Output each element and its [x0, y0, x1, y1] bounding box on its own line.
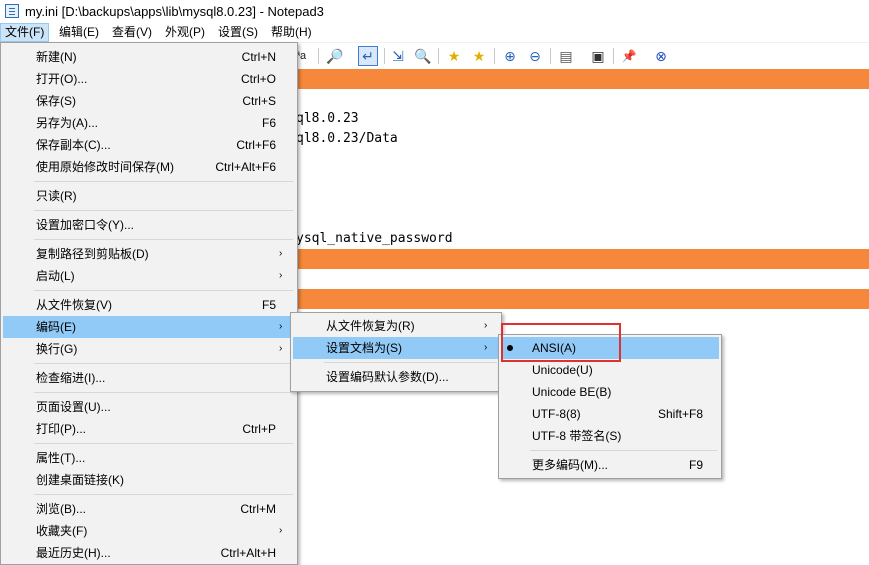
- menu-item-print[interactable]: 打印(P)... Ctrl+P: [3, 418, 295, 440]
- menu-bar: 文件(F) 编辑(E) 查看(V) 外观(P) 设置(S) 帮助(H): [0, 22, 869, 43]
- close-icon[interactable]: ⊗: [652, 47, 670, 65]
- menu-item-utf8[interactable]: UTF-8(8) Shift+F8: [501, 403, 719, 425]
- menu-item-browse[interactable]: 浏览(B)... Ctrl+M: [3, 498, 295, 520]
- toolbar-separator: [494, 48, 495, 64]
- menu-item-launch[interactable]: 启动(L) ›: [3, 265, 295, 287]
- menu-file[interactable]: 文件(F): [0, 23, 50, 42]
- menu-item-unicode-be[interactable]: Unicode BE(B): [501, 381, 719, 403]
- toolbar-separator: [550, 48, 551, 64]
- zoom-in-icon[interactable]: ⊕: [501, 47, 519, 65]
- notepad3-app-icon: [5, 4, 19, 18]
- menu-item-set-document-as[interactable]: 设置文档为(S) ›: [293, 337, 499, 359]
- find-next-icon[interactable]: 🔍: [414, 47, 432, 65]
- menu-separator: [34, 239, 293, 240]
- menu-item-desktop-link[interactable]: 创建桌面链接(K): [3, 469, 295, 491]
- menu-item-save-copy[interactable]: 保存副本(C)... Ctrl+F6: [3, 134, 295, 156]
- menu-settings[interactable]: 设置(S): [214, 24, 262, 41]
- menu-view[interactable]: 查看(V): [108, 24, 156, 41]
- favorites-icon[interactable]: ★: [445, 47, 463, 65]
- menu-separator: [34, 392, 293, 393]
- chevron-right-icon: ›: [279, 270, 283, 281]
- menu-item-properties[interactable]: 属性(T)...: [3, 447, 295, 469]
- menu-item-check-indent[interactable]: 检查缩进(I)...: [3, 367, 295, 389]
- menu-separator: [34, 210, 293, 211]
- menu-item-utf8-bom[interactable]: UTF-8 带签名(S): [501, 425, 719, 447]
- add-favorite-icon[interactable]: ★: [470, 47, 488, 65]
- menu-item-revert[interactable]: 从文件恢复(V) F5: [3, 294, 295, 316]
- menu-item-new[interactable]: 新建(N) Ctrl+N: [3, 46, 295, 68]
- file-menu: 新建(N) Ctrl+N 打开(O)... Ctrl+O 保存(S) Ctrl+S 另…: [0, 42, 298, 565]
- menu-separator: [530, 450, 717, 451]
- menu-separator: [34, 363, 293, 364]
- toolbar-separator: [613, 48, 614, 64]
- menu-item-open[interactable]: 打开(O)... Ctrl+O: [3, 68, 295, 90]
- toolbar-separator: [438, 48, 439, 64]
- chevron-right-icon: ›: [279, 343, 283, 354]
- menu-separator: [34, 181, 293, 182]
- go-to-icon[interactable]: ⇲: [389, 47, 407, 65]
- editor-line: ql8.0.23/Data: [296, 131, 398, 146]
- menu-item-encoding-defaults[interactable]: 设置编码默认参数(D)...: [293, 366, 499, 388]
- toolbar-separator: [318, 48, 319, 64]
- find-icon[interactable]: 🔎: [326, 47, 344, 65]
- chevron-right-icon: ›: [484, 342, 488, 353]
- schemes-icon[interactable]: ▤: [557, 47, 575, 65]
- window-title: my.ini [D:\backups\apps\lib\mysql8.0.23]…: [25, 4, 324, 19]
- menu-item-copy-path[interactable]: 复制路径到剪贴板(D) ›: [3, 243, 295, 265]
- word-wrap-icon[interactable]: ↵: [358, 46, 378, 66]
- menu-item-encoding[interactable]: 编码(E) ›: [3, 316, 295, 338]
- editor-line: ql8.0.23: [296, 111, 359, 126]
- menu-separator: [34, 494, 293, 495]
- menu-item-unicode[interactable]: Unicode(U): [501, 359, 719, 381]
- menu-item-page-setup[interactable]: 页面设置(U)...: [3, 396, 295, 418]
- menu-item-read-only[interactable]: 只读(R): [3, 185, 295, 207]
- menu-help[interactable]: 帮助(H): [267, 24, 316, 41]
- menu-item-recent-history[interactable]: 最近历史(H)... Ctrl+Alt+H: [3, 542, 295, 564]
- menu-item-save-original-time[interactable]: 使用原始修改时间保存(M) Ctrl+Alt+F6: [3, 156, 295, 178]
- menu-item-line-endings[interactable]: 换行(G) ›: [3, 338, 295, 360]
- menu-separator: [34, 290, 293, 291]
- zoom-out-icon[interactable]: ⊖: [526, 47, 544, 65]
- menu-edit[interactable]: 编辑(E): [55, 24, 103, 41]
- encoding-submenu: 从文件恢复为(R) › 设置文档为(S) › 设置编码默认参数(D)...: [290, 312, 502, 392]
- menu-item-save-as[interactable]: 另存为(A)... F6: [3, 112, 295, 134]
- menu-separator: [324, 362, 497, 363]
- annotation-highlight-box: [501, 323, 621, 362]
- menu-item-revert-as[interactable]: 从文件恢复为(R) ›: [293, 315, 499, 337]
- menu-item-more-encodings[interactable]: 更多编码(M)... F9: [501, 454, 719, 476]
- menu-item-set-password[interactable]: 设置加密口令(Y)...: [3, 214, 295, 236]
- chevron-right-icon: ›: [279, 248, 283, 259]
- customize-schemes-icon[interactable]: ▣: [589, 47, 607, 65]
- chevron-right-icon: ›: [484, 320, 488, 331]
- chevron-right-icon: ›: [279, 525, 283, 536]
- title-bar: my.ini [D:\backups\apps\lib\mysql8.0.23]…: [0, 0, 869, 22]
- menu-item-favorites[interactable]: 收藏夹(F) ›: [3, 520, 295, 542]
- editor-line: ysql_native_password: [296, 231, 453, 246]
- menu-appearance[interactable]: 外观(P): [161, 24, 209, 41]
- pin-icon[interactable]: 📌: [620, 47, 638, 65]
- toolbar-separator: [384, 48, 385, 64]
- menu-separator: [34, 443, 293, 444]
- menu-item-save[interactable]: 保存(S) Ctrl+S: [3, 90, 295, 112]
- chevron-right-icon: ›: [279, 321, 283, 332]
